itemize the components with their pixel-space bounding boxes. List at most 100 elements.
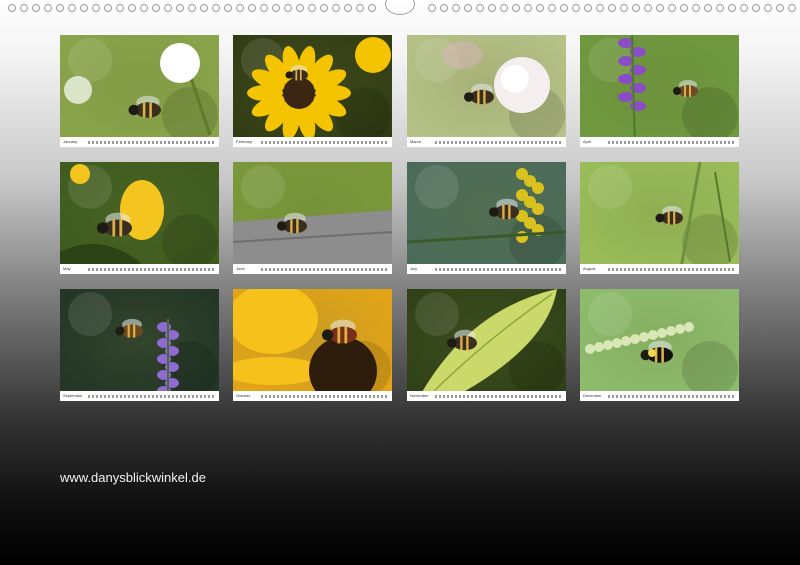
binding-ring <box>320 4 328 12</box>
binding-ring <box>608 4 616 12</box>
binding-ring <box>356 4 364 12</box>
binding-ring <box>620 4 628 12</box>
binding-ring <box>488 4 496 12</box>
binding-ring <box>692 4 700 12</box>
month-label: October <box>236 393 251 398</box>
binding-ring <box>368 4 376 12</box>
binding-ring <box>704 4 712 12</box>
binding-ring <box>596 4 604 12</box>
month-grid: January February March April May June July Augu… <box>60 35 740 401</box>
day-cells <box>608 268 734 271</box>
calendar-strip: June <box>233 264 392 274</box>
binding-ring <box>440 4 448 12</box>
binding-ring <box>260 4 268 12</box>
binding-ring <box>188 4 196 12</box>
month-label: January <box>63 139 78 144</box>
binding-ring <box>152 4 160 12</box>
binding-ring <box>344 4 352 12</box>
hanger-loop <box>385 0 415 15</box>
macro-photo <box>580 162 739 274</box>
day-cells <box>435 395 561 398</box>
calendar-strip: September <box>60 391 219 401</box>
binding-ring <box>668 4 676 12</box>
binding-ring <box>464 4 472 12</box>
binding-ring <box>680 4 688 12</box>
binding-ring <box>788 4 796 12</box>
spiral-binding <box>0 0 800 15</box>
month-label: September <box>63 393 83 398</box>
month-label: November <box>410 393 429 398</box>
calendar-strip: January <box>60 137 219 147</box>
binding-ring <box>92 4 100 12</box>
day-cells <box>608 395 734 398</box>
binding-ring <box>20 4 28 12</box>
month-label: December <box>583 393 602 398</box>
binding-ring <box>140 4 148 12</box>
day-cells <box>608 141 734 144</box>
binding-ring <box>224 4 232 12</box>
calendar-strip: February <box>233 137 392 147</box>
month-label: August <box>583 266 596 271</box>
binding-ring <box>584 4 592 12</box>
macro-photo <box>60 35 219 147</box>
month-tile: November <box>407 289 566 401</box>
binding-ring <box>728 4 736 12</box>
calendar-strip: July <box>407 264 566 274</box>
binding-ring <box>716 4 724 12</box>
calendar-strip: November <box>407 391 566 401</box>
month-label: June <box>236 266 245 271</box>
website-url: www.danysblickwinkel.de <box>60 470 206 485</box>
macro-photo <box>60 162 219 274</box>
day-cells <box>435 268 561 271</box>
month-tile: May <box>60 162 219 274</box>
macro-photo <box>233 35 392 147</box>
month-tile: February <box>233 35 392 147</box>
binding-ring <box>332 4 340 12</box>
macro-photo <box>407 35 566 147</box>
month-label: May <box>63 266 71 271</box>
binding-ring <box>104 4 112 12</box>
binding-ring <box>32 4 40 12</box>
binding-ring <box>236 4 244 12</box>
calendar-strip: April <box>580 137 739 147</box>
macro-photo <box>233 162 392 274</box>
macro-photo <box>233 289 392 401</box>
binding-ring <box>296 4 304 12</box>
month-label: February <box>236 139 253 144</box>
month-tile: October <box>233 289 392 401</box>
binding-ring <box>164 4 172 12</box>
binding-ring <box>212 4 220 12</box>
month-tile: January <box>60 35 219 147</box>
binding-ring <box>452 4 460 12</box>
binding-ring <box>500 4 508 12</box>
binding-ring <box>512 4 520 12</box>
month-tile: September <box>60 289 219 401</box>
binding-ring <box>632 4 640 12</box>
binding-ring <box>56 4 64 12</box>
month-tile: April <box>580 35 739 147</box>
month-tile: December <box>580 289 739 401</box>
calendar-strip: May <box>60 264 219 274</box>
month-label: April <box>583 139 592 144</box>
binding-ring <box>560 4 568 12</box>
calendar-strip: December <box>580 391 739 401</box>
binding-ring <box>572 4 580 12</box>
month-label: July <box>410 266 418 271</box>
binding-ring <box>524 4 532 12</box>
macro-photo <box>407 162 566 274</box>
day-cells <box>261 268 387 271</box>
macro-photo <box>407 289 566 401</box>
binding-ring <box>128 4 136 12</box>
month-tile: July <box>407 162 566 274</box>
month-tile: August <box>580 162 739 274</box>
binding-ring <box>176 4 184 12</box>
day-cells <box>435 141 561 144</box>
day-cells <box>88 395 214 398</box>
binding-ring <box>68 4 76 12</box>
month-label: March <box>410 139 422 144</box>
macro-photo <box>60 289 219 401</box>
binding-ring <box>44 4 52 12</box>
binding-ring <box>272 4 280 12</box>
binding-ring <box>776 4 784 12</box>
month-tile: June <box>233 162 392 274</box>
